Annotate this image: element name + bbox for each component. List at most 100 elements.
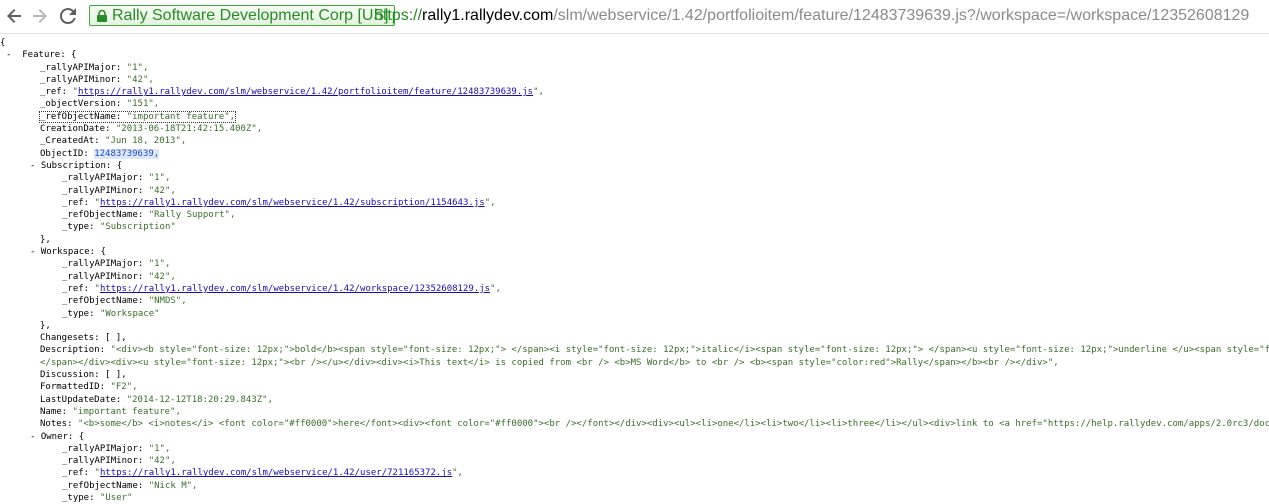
forward-button[interactable] <box>28 4 52 28</box>
json-string: "1", <box>148 173 171 184</box>
json-key: _type: <box>62 222 95 233</box>
json-string: "Workspace" <box>99 308 160 319</box>
open-brace: { <box>0 38 6 48</box>
json-line: _ref: "https://rally1.rallydev.com/slm/w… <box>0 197 1269 209</box>
json-string: "Rally Support", <box>148 210 236 221</box>
json-key: _objectVersion: <box>40 99 122 110</box>
address-bar[interactable]: Rally Software Development Corp [US] htt… <box>86 3 1268 29</box>
back-button[interactable] <box>2 4 26 28</box>
json-array: [ ], <box>105 370 127 381</box>
json-key: _rallyAPIMinor: <box>62 456 144 467</box>
json-key: _refObjectName: <box>62 480 144 491</box>
brace: { <box>100 247 106 258</box>
json-number: 12483739639, <box>94 148 160 159</box>
feature-node: - Feature: { <box>0 49 1269 61</box>
url-text[interactable]: https://rally1.rallydev.com/slm/webservi… <box>374 5 1249 27</box>
json-key: _ref: <box>40 87 68 98</box>
json-string: "1", <box>148 443 171 454</box>
json-string: "Jun 18, 2013", <box>105 136 187 147</box>
json-string: "2013-06-18T21:42:15.400Z", <box>115 124 263 135</box>
json-line: _refObjectName: "Rally Support", <box>0 209 1269 221</box>
json-line: _refObjectName: "NMDS", <box>0 295 1269 307</box>
json-line: _rallyAPIMinor: "42", <box>0 185 1269 197</box>
lock-icon <box>97 9 107 22</box>
json-key: Owner: <box>40 431 74 442</box>
json-string: "42", <box>148 271 176 282</box>
json-key: LastUpdateDate: <box>40 394 122 405</box>
quote: ", <box>490 283 501 294</box>
ref-link[interactable]: https://rally1.rallydev.com/slm/webservi… <box>100 284 490 294</box>
json-key: _ref: <box>62 283 90 294</box>
json-string: "important feature", <box>126 111 236 122</box>
json-line: _rallyAPIMinor: "42", <box>0 74 1269 86</box>
json-key: Name: <box>40 406 68 417</box>
json-string: "151", <box>126 99 160 110</box>
json-string: </span></div><div><u style="font-size: 1… <box>40 357 1059 368</box>
ref-link[interactable]: https://rally1.rallydev.com/slm/webservi… <box>100 198 485 208</box>
json-array: [ ], <box>105 333 127 344</box>
json-line: }, <box>0 320 1269 332</box>
json-line: _rallyAPIMajor: "1", <box>0 258 1269 270</box>
json-line: CreationDate: "2013-06-18T21:42:15.400Z"… <box>0 123 1269 135</box>
forward-arrow-icon <box>33 9 47 23</box>
json-key: _CreatedAt: <box>40 136 100 147</box>
json-line: _rallyAPIMajor: "1", <box>0 172 1269 184</box>
json-line: Description: "<div><b style="font-size: … <box>0 344 1269 356</box>
json-line: _rallyAPIMinor: "42", <box>0 271 1269 283</box>
json-line: { <box>0 37 1269 49</box>
json-key: _rallyAPIMinor: <box>40 74 122 85</box>
brace: { <box>78 431 85 442</box>
ref-link[interactable]: https://rally1.rallydev.com/slm/webservi… <box>100 468 452 478</box>
json-line: _ref: "https://rally1.rallydev.com/slm/w… <box>0 467 1269 479</box>
collapse-toggle[interactable]: - <box>30 247 35 257</box>
json-key: _ref: <box>62 197 90 208</box>
json-line: Changesets: [ ], <box>0 332 1269 344</box>
json-line: LastUpdateDate: "2014-12-12T18:20:29.843… <box>0 394 1269 406</box>
json-key: _refObjectName: <box>62 296 144 307</box>
json-line: _refObjectName: "Nick M", <box>0 480 1269 492</box>
json-line: _rallyAPIMinor: "42", <box>0 455 1269 467</box>
reload-button[interactable] <box>56 4 80 28</box>
json-key: Feature: <box>22 50 66 61</box>
json-viewer: { - Feature: { _rallyAPIMajor: "1", _ral… <box>0 37 1269 504</box>
collapse-toggle[interactable]: - <box>30 432 35 442</box>
json-key: _refObjectName: <box>62 210 144 221</box>
json-key: _ref: <box>62 468 90 479</box>
json-string: "2014-12-12T18:20:29.843Z", <box>126 394 274 405</box>
subscription-node: - Subscription: { <box>0 160 1269 172</box>
browser-toolbar: Rally Software Development Corp [US] htt… <box>0 0 1269 34</box>
json-key: Discussion: <box>40 370 100 381</box>
collapse-toggle[interactable]: - <box>6 50 11 60</box>
brace: { <box>71 50 77 61</box>
json-line: _type: "Workspace" <box>0 308 1269 320</box>
json-key: Subscription: <box>40 160 112 171</box>
quote: ", <box>452 468 463 479</box>
json-key: _rallyAPIMinor: <box>62 271 144 282</box>
json-key: Description: <box>40 345 106 356</box>
collapse-toggle[interactable]: - <box>30 161 35 171</box>
json-string: "1", <box>126 62 149 73</box>
json-line: _CreatedAt: "Jun 18, 2013", <box>0 135 1269 147</box>
json-string: "<b>some</b> <i>notes</i> <font color="#… <box>77 419 1269 430</box>
json-string: "<div><b style="font-size: 12px;">bold</… <box>110 345 1269 356</box>
json-key: _rallyAPIMinor: <box>62 185 144 196</box>
ref-link[interactable]: https://rally1.rallydev.com/slm/webservi… <box>78 87 533 97</box>
json-line: Name: "important feature", <box>0 406 1269 418</box>
close-brace: }, <box>40 320 51 331</box>
json-key: _rallyAPIMajor: <box>40 62 122 73</box>
url-host: rally1.rallydev.com <box>422 7 554 24</box>
json-key: _rallyAPIMajor: <box>62 173 144 184</box>
json-key: _type: <box>62 308 95 319</box>
json-line: _objectVersion: "151", <box>0 98 1269 110</box>
close-brace: }, <box>40 234 51 245</box>
json-string: "42", <box>126 74 154 85</box>
json-key: Workspace: <box>40 247 96 258</box>
json-string: "42", <box>148 185 176 196</box>
owner-node: - Owner: { <box>0 431 1269 443</box>
workspace-node: - Workspace: { <box>0 246 1269 258</box>
json-key: _refObjectName: <box>40 111 122 122</box>
ev-certificate-badge[interactable]: Rally Software Development Corp [US] <box>89 5 395 26</box>
json-key: CreationDate: <box>40 124 111 135</box>
json-string: "1", <box>148 259 171 270</box>
json-key: Notes: <box>40 419 73 430</box>
